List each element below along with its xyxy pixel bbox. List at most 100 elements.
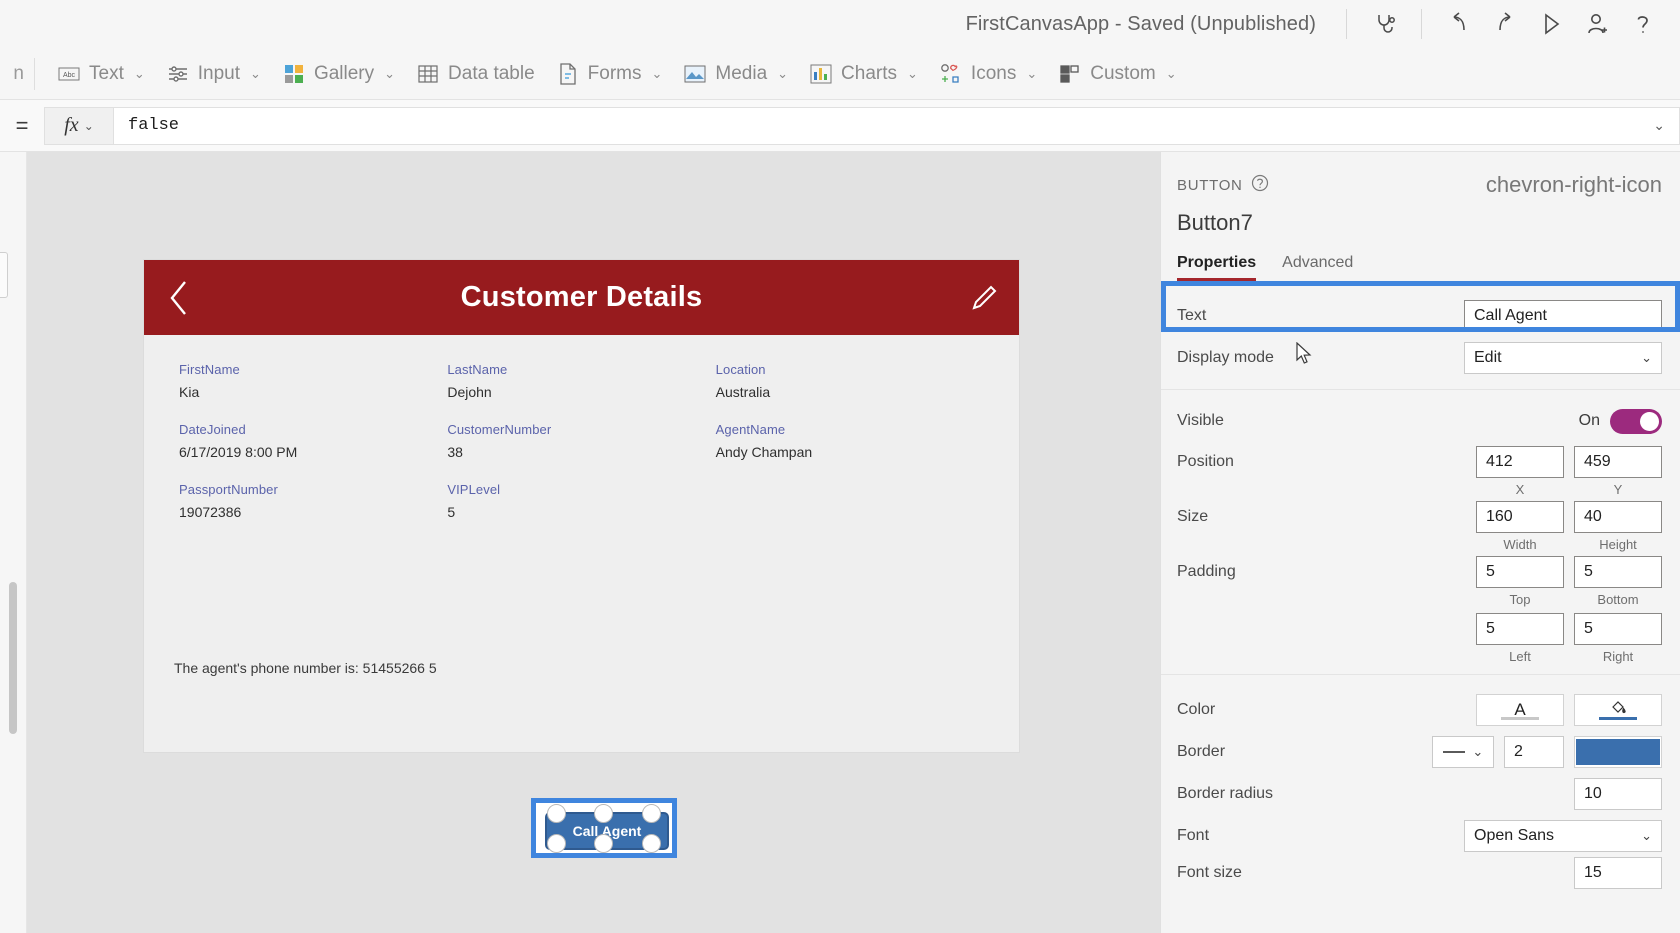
tab-advanced[interactable]: Advanced [1282,254,1353,281]
ribbon-label-custom: Custom [1090,62,1156,84]
size-width-input[interactable]: 160 [1476,501,1564,533]
help-question-icon[interactable] [1620,1,1666,47]
resize-handle-top-left[interactable] [547,804,566,823]
insert-ribbon: n Abc Text ⌄ Input ⌄ Gallery ⌄ Data tabl… [0,48,1680,100]
field-passportnumber: PassportNumber 19072386 [179,482,447,520]
font-family-select[interactable]: Open Sans ⌄ [1464,820,1662,852]
panel-tabs: Properties Advanced [1161,236,1680,281]
ribbon-label-gallery: Gallery [313,62,375,84]
chevron-down-icon: ⌄ [1641,828,1652,843]
panel-sections: Text Call Agent Display mode Edit ⌄ Visi… [1161,281,1680,899]
visible-toggle[interactable] [1610,408,1662,434]
tree-view-flyout-tab[interactable] [0,252,8,298]
text-color-button[interactable]: A [1476,694,1564,726]
forms-document-icon [557,62,579,85]
ribbon-item-data-table[interactable]: Data table [406,57,546,91]
padding-bottom-input[interactable]: 5 [1574,556,1662,588]
field-viplevel: VIPLevel 5 [447,482,715,520]
help-circle-icon[interactable] [1251,174,1269,196]
field-agentname: AgentName Andy Champan [716,422,984,460]
ribbon-item-text[interactable]: Abc Text ⌄ [47,57,156,91]
font-family-value: Open Sans [1474,827,1555,844]
border-color-button[interactable] [1574,736,1662,768]
toggle-knob [1640,411,1659,431]
ribbon-item-charts[interactable]: Charts ⌄ [799,57,929,91]
size-height-input[interactable]: 40 [1574,501,1662,533]
ribbon-item-icons[interactable]: Icons ⌄ [929,57,1048,91]
ribbon-label-charts: Charts [841,62,898,84]
border-thickness-input[interactable]: 2 [1504,736,1564,768]
color-buttons: A [1476,694,1662,726]
border-radius-input[interactable]: 10 [1574,778,1662,810]
chevron-down-icon: ⌄ [1641,350,1652,365]
chevron-down-icon: ⌄ [1026,65,1038,81]
formula-value: false [128,116,180,135]
ribbon-label-data-table: Data table [448,62,535,84]
padding-right-input[interactable]: 5 [1574,613,1662,645]
property-row-text: Text Call Agent [1161,295,1680,337]
ribbon-item-custom[interactable]: Custom ⌄ [1048,57,1187,91]
property-label-border: Border [1177,743,1226,760]
border-color-swatch [1576,739,1660,765]
charts-bar-icon [810,63,832,85]
tab-properties[interactable]: Properties [1177,254,1257,281]
formula-input[interactable]: false ⌄ [114,106,1680,145]
padding-top-input[interactable]: 5 [1476,556,1564,588]
ribbon-divider [34,57,35,90]
property-row-padding: Padding 5 Top 5 Bottom 5 Left 5 Right [1161,552,1680,664]
font-size-input[interactable]: 15 [1574,857,1662,889]
field-label: DateJoined [179,422,246,437]
chevron-down-icon[interactable]: ⌄ [1653,117,1665,134]
sliders-input-icon [167,63,189,85]
header-divider-1 [1346,9,1347,39]
chevron-right-icon[interactable]: chevron-right-icon [1486,172,1662,198]
position-y-sublabel: Y [1613,482,1623,497]
fx-dropdown-button[interactable]: fx ⌄ [44,106,114,145]
resize-handle-bottom-right[interactable] [642,834,661,853]
field-label: Location [715,362,766,377]
field-value: 5 [447,504,456,520]
field-location: Location Australia [716,362,984,400]
ribbon-edge-label: n [13,62,24,84]
resize-handle-bottom-left[interactable] [547,834,566,853]
position-y-input[interactable]: 459 [1574,446,1662,478]
app-screen-canvas[interactable]: Customer Details FirstName Kia LastName … [144,260,1019,858]
share-user-icon[interactable] [1574,1,1620,47]
fill-color-button[interactable] [1574,694,1662,726]
pencil-edit-icon[interactable] [949,282,1019,314]
ribbon-item-input[interactable]: Input ⌄ [156,57,272,91]
padding-bottom-group: 5 Bottom [1574,556,1662,607]
resize-handle-top-right[interactable] [642,804,661,823]
ribbon-item-forms[interactable]: Forms ⌄ [546,57,674,91]
undo-icon[interactable] [1436,1,1482,47]
ribbon-item-gallery[interactable]: Gallery ⌄ [272,57,406,91]
redo-icon[interactable] [1482,1,1528,47]
border-style-select[interactable]: ⌄ [1432,736,1494,768]
position-y-group: 459 Y [1574,446,1662,497]
padding-left-input[interactable]: 5 [1476,613,1564,645]
panel-header: BUTTON Button7 chevron-right-icon [1161,152,1680,236]
resize-handle-bottom-center[interactable] [594,834,613,853]
padding-top-sublabel: Top [1509,592,1531,607]
text-property-input[interactable]: Call Agent [1464,300,1662,332]
field-value: 38 [447,444,463,460]
selected-control-frame[interactable]: Call Agent [531,798,677,858]
left-rail-scrollbar[interactable] [9,582,17,734]
property-row-display-mode: Display mode Edit ⌄ [1161,337,1680,379]
padding-right-sublabel: Right [1602,649,1634,664]
back-chevron-icon[interactable] [144,279,214,317]
ribbon-label-input: Input [197,62,241,84]
display-mode-select[interactable]: Edit ⌄ [1464,342,1662,374]
ribbon-label-forms: Forms [587,62,642,84]
screen-header-bar[interactable]: Customer Details [144,260,1019,335]
canvas-work-area[interactable]: Customer Details FirstName Kia LastName … [27,152,1160,933]
property-row-position: Position 412 X 459 Y [1161,442,1680,497]
property-label-color: Color [1177,701,1216,718]
chevron-down-icon: ⌄ [651,65,663,81]
app-checker-icon[interactable] [1361,1,1407,47]
visible-toggle-wrap[interactable]: On [1579,408,1662,434]
preview-play-icon[interactable] [1528,1,1574,47]
ribbon-item-media[interactable]: Media ⌄ [673,57,799,91]
resize-handle-top-center[interactable] [594,804,613,823]
position-x-input[interactable]: 412 [1476,446,1564,478]
